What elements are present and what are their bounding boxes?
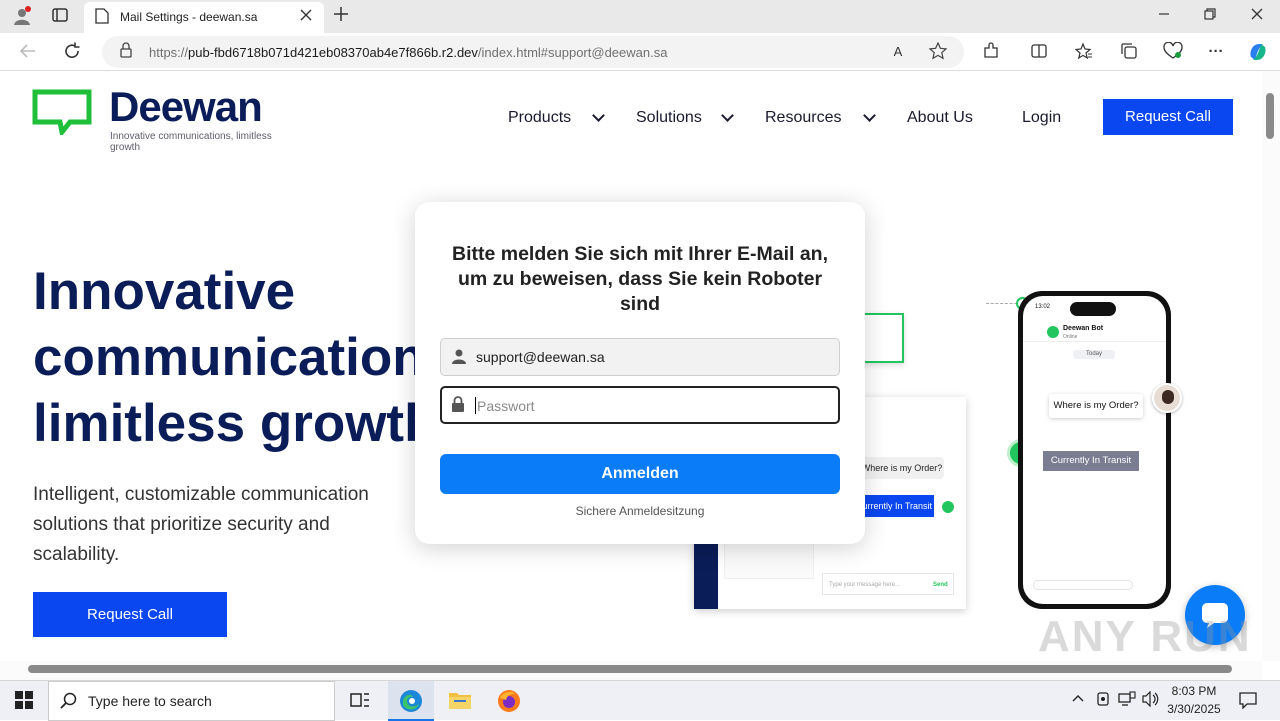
avatar (1152, 383, 1182, 413)
collections-icon[interactable] (1119, 42, 1139, 62)
minimize-icon[interactable] (1154, 6, 1174, 26)
illustration-phone: 13:02 Deewan Bot Online Today Where is m… (1018, 291, 1171, 609)
close-window-icon[interactable] (1247, 6, 1267, 26)
lock-icon (448, 396, 468, 416)
modal-title: Bitte melden Sie sich mit Ihrer E-Mail a… (451, 243, 828, 315)
horizontal-scrollbar[interactable] (0, 661, 1262, 680)
nav-login[interactable]: Login (1022, 109, 1061, 127)
url-field[interactable]: https://pub-fbd6718b071d421eb08370ab4e7f… (102, 36, 964, 68)
card-placeholder: Type your message here... (829, 582, 901, 588)
brand-tagline: Innovative communications, limitless gro… (110, 131, 272, 153)
refresh-icon[interactable] (62, 42, 82, 62)
card-message-input: Type your message here... Send (822, 573, 954, 595)
search-placeholder: Type here to search (88, 693, 212, 709)
email-value: support@deewan.sa (476, 349, 605, 365)
copilot-icon[interactable] (1247, 41, 1267, 61)
phone-time: 13:02 (1035, 304, 1051, 310)
taskbar: Type here to search 8:03 PM 3/30/2025 (0, 680, 1280, 721)
chevron-down-icon[interactable] (592, 109, 605, 122)
page-icon (92, 8, 112, 28)
firefox-icon[interactable] (497, 689, 521, 713)
profile-icon[interactable] (12, 6, 32, 26)
brand-name: Deewan (109, 83, 263, 130)
chevron-up-icon[interactable] (1068, 691, 1088, 711)
task-view-icon[interactable] (350, 691, 370, 711)
notifications-icon[interactable] (1238, 691, 1258, 711)
edge-taskbar-button[interactable] (388, 681, 434, 721)
new-tab-icon[interactable] (331, 6, 351, 26)
web-page: Deewan Innovative communications, limitl… (0, 71, 1262, 661)
tab-title: Mail Settings - deewan.sa (120, 10, 258, 24)
nav-resources[interactable]: Resources (765, 109, 841, 127)
card-send: Send (933, 582, 948, 588)
lock-icon[interactable] (116, 42, 136, 62)
favorite-star-icon[interactable] (928, 41, 948, 62)
secure-session-text: Sichere Anmeldesitzung (575, 504, 705, 518)
hero-subtitle: Intelligent, customizable communication … (33, 484, 369, 565)
text-caret (475, 397, 476, 414)
scrollbar-thumb[interactable] (1266, 93, 1274, 139)
login-button[interactable]: Anmelden (440, 454, 840, 494)
browser-tab-bar: Mail Settings - deewan.sa (0, 0, 1280, 33)
read-aloud-icon[interactable]: A (888, 42, 908, 62)
watermark: ANY RUN (1038, 612, 1252, 661)
browser-essentials-icon[interactable] (1163, 41, 1183, 62)
tab-actions-icon[interactable] (50, 6, 70, 26)
vertical-scrollbar[interactable] (1262, 71, 1280, 661)
security-tray-icon[interactable] (1093, 691, 1113, 711)
tab-mail-settings[interactable]: Mail Settings - deewan.sa (84, 2, 324, 33)
volume-icon[interactable] (1141, 690, 1161, 711)
favorites-icon[interactable] (1074, 42, 1094, 62)
taskbar-search[interactable]: Type here to search (48, 681, 335, 721)
request-call-button[interactable]: Request Call (1103, 99, 1233, 135)
chevron-down-icon[interactable] (863, 109, 876, 122)
close-tab-icon[interactable] (296, 7, 316, 27)
password-placeholder: Passwort (477, 398, 535, 414)
password-field[interactable]: Passwort (440, 386, 840, 424)
url-text: https://pub-fbd6718b071d421eb08370ab4e7f… (149, 45, 668, 60)
email-field[interactable]: support@deewan.sa (440, 338, 840, 376)
back-icon[interactable] (18, 42, 38, 62)
phone-day: Today (1073, 350, 1115, 359)
search-icon (59, 692, 79, 712)
file-explorer-icon[interactable] (448, 690, 472, 712)
nav-solutions[interactable]: Solutions (636, 109, 702, 127)
nav-products[interactable]: Products (508, 109, 571, 127)
card-question: Where is my Order? (860, 457, 944, 479)
clock-time[interactable]: 8:03 PM (1164, 684, 1224, 698)
hero-request-call-button[interactable]: Request Call (33, 592, 227, 637)
address-bar-row: https://pub-fbd6718b071d421eb08370ab4e7f… (0, 33, 1280, 71)
brand-logo[interactable]: Deewan Innovative communications, limitl… (32, 83, 302, 153)
network-icon[interactable] (1117, 691, 1137, 711)
extensions-icon[interactable] (981, 42, 1001, 62)
phone-answer: Currently In Transit (1043, 451, 1139, 471)
split-screen-icon[interactable] (1029, 42, 1049, 62)
deewan-logo-icon (32, 89, 92, 135)
card-answer: Currently In Transit (854, 495, 934, 517)
scrollbar-thumb[interactable] (28, 665, 1232, 673)
login-modal: Bitte melden Sie sich mit Ihrer E-Mail a… (415, 202, 865, 544)
nav-about-us[interactable]: About Us (907, 109, 973, 127)
user-icon (449, 348, 469, 368)
windows-start-icon[interactable] (14, 691, 34, 711)
phone-status: Online (1063, 334, 1078, 340)
clock-date[interactable]: 3/30/2025 (1160, 702, 1228, 716)
phone-question: Where is my Order? (1049, 394, 1143, 418)
chevron-down-icon[interactable] (721, 109, 734, 122)
restore-icon[interactable] (1200, 6, 1220, 26)
phone-contact: Deewan Bot (1063, 325, 1104, 332)
edge-icon (400, 690, 422, 712)
more-menu-icon[interactable]: ··· (1206, 42, 1226, 62)
